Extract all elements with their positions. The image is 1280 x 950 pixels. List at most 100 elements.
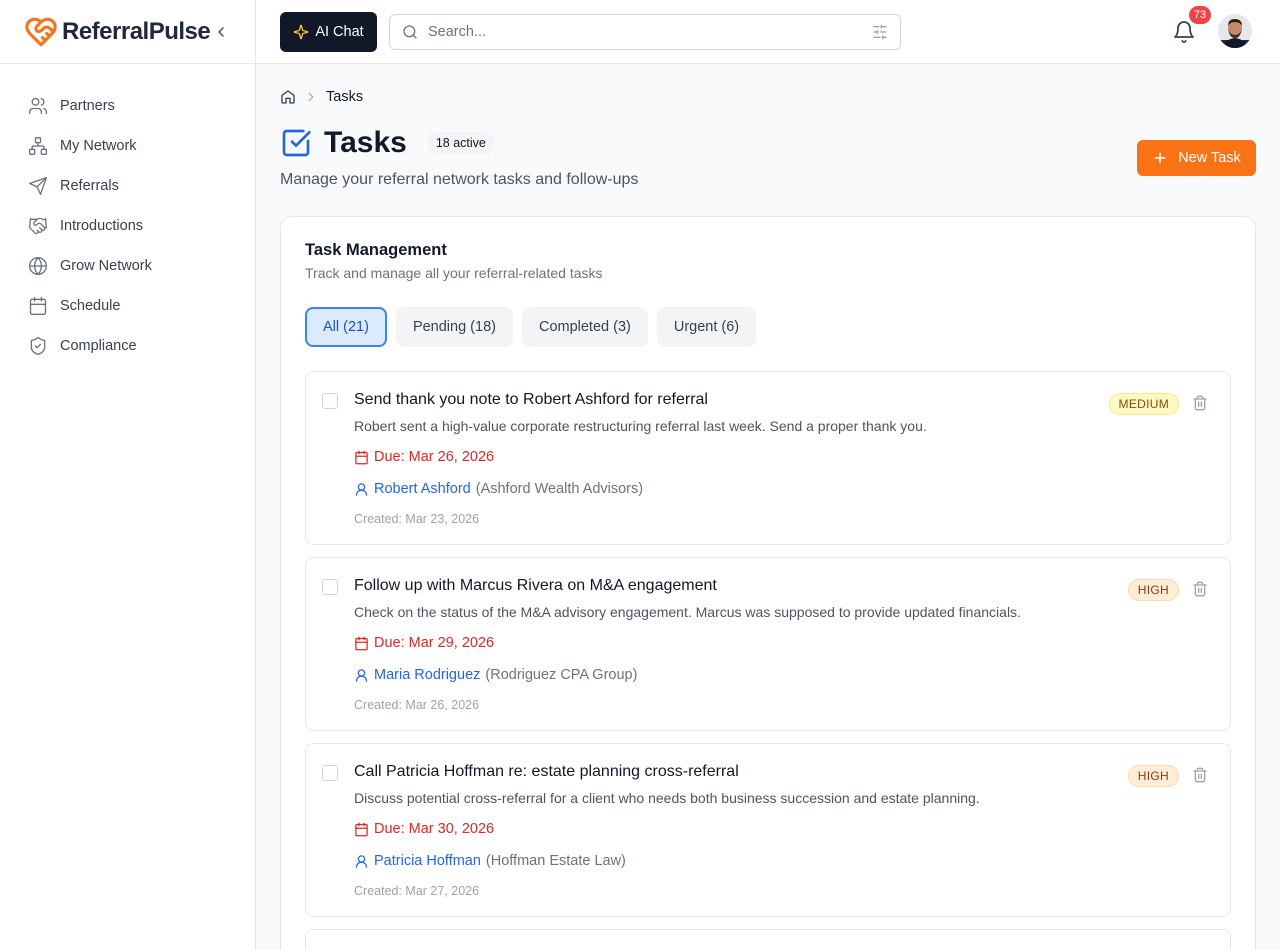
page-subtitle: Manage your referral network tasks and f… xyxy=(280,171,639,188)
trash-icon[interactable] xyxy=(1192,767,1208,783)
sidebar-nav: Partners My Network Referrals Introducti… xyxy=(0,64,255,366)
sidebar: ReferralPulse Partners My Network Referr… xyxy=(0,0,256,950)
sidebar-item-referrals[interactable]: Referrals xyxy=(0,166,255,206)
search-box xyxy=(389,14,901,50)
sidebar-item-schedule[interactable]: Schedule xyxy=(0,286,255,326)
trash-icon[interactable] xyxy=(1192,581,1208,597)
task-description: Robert sent a high-value corporate restr… xyxy=(354,418,927,434)
sidebar-item-label: My Network xyxy=(60,138,137,154)
task-item: Follow up with Marcus Rivera on M&A enga… xyxy=(305,557,1231,731)
tab-urgent[interactable]: Urgent (6) xyxy=(656,307,757,347)
calendar-icon xyxy=(355,450,368,464)
priority-badge: HIGH xyxy=(1127,579,1179,601)
contact-name-link[interactable]: Maria Rodriguez xyxy=(374,667,480,683)
logo[interactable]: ReferralPulse xyxy=(24,15,211,49)
contact-org: (Hoffman Estate Law) xyxy=(485,853,626,869)
sidebar-item-grow-network[interactable]: Grow Network xyxy=(0,246,255,286)
handshake-icon xyxy=(29,217,47,235)
sidebar-item-label: Introductions xyxy=(60,218,144,234)
priority-badge: HIGH xyxy=(1127,765,1179,787)
task-title: Send thank you note to Robert Ashford fo… xyxy=(354,391,708,408)
user-icon xyxy=(355,854,368,868)
chevron-right-icon xyxy=(308,92,314,102)
task-item-partial xyxy=(305,929,1231,950)
heart-handshake-logo-icon xyxy=(25,17,57,46)
top-header: AI Chat 73 xyxy=(256,0,1280,64)
page-title-row: Tasks 18 active xyxy=(280,126,495,160)
due-text: Due: Mar 29, 2026 xyxy=(374,635,495,651)
contact-name-link[interactable]: Robert Ashford xyxy=(374,481,471,497)
logo-row: ReferralPulse xyxy=(0,0,255,64)
notification-bell-icon[interactable] xyxy=(1172,20,1196,44)
chevron-left-icon xyxy=(217,26,224,37)
sidebar-item-label: Partners xyxy=(60,98,115,114)
search-icon xyxy=(403,25,417,39)
plus-icon xyxy=(1154,152,1166,164)
task-checkbox[interactable] xyxy=(322,579,338,595)
contact-org: (Ashford Wealth Advisors) xyxy=(475,481,644,497)
user-photo-icon xyxy=(1218,14,1252,48)
task-description: Discuss potential cross-referral for a c… xyxy=(354,790,980,806)
new-task-button[interactable]: New Task xyxy=(1137,140,1256,176)
task-created-date: Created: Mar 26, 2026 xyxy=(354,698,480,712)
sidebar-item-partners[interactable]: Partners xyxy=(0,86,255,126)
task-due-date: Due: Mar 29, 2026 xyxy=(354,635,494,651)
task-checkbox[interactable] xyxy=(322,393,338,409)
task-contact: Patricia Hoffman (Hoffman Estate Law) xyxy=(354,853,626,869)
sidebar-item-label: Compliance xyxy=(60,338,137,354)
calendar-icon xyxy=(29,297,47,315)
task-created-date: Created: Mar 23, 2026 xyxy=(354,512,480,526)
task-title: Follow up with Marcus Rivera on M&A enga… xyxy=(354,577,717,594)
breadcrumb-current: Tasks xyxy=(326,89,364,105)
contact-name-link[interactable]: Patricia Hoffman xyxy=(374,853,481,869)
task-title: Call Patricia Hoffman re: estate plannin… xyxy=(354,763,739,780)
task-description: Check on the status of the M&A advisory … xyxy=(354,604,1021,620)
brand-name: ReferralPulse xyxy=(62,17,211,45)
task-checkbox[interactable] xyxy=(322,765,338,781)
sidebar-item-compliance[interactable]: Compliance xyxy=(0,326,255,366)
users-icon xyxy=(29,97,47,115)
new-task-label: New Task xyxy=(1178,150,1241,166)
collapse-sidebar-button[interactable] xyxy=(210,20,231,44)
main-content: Tasks Tasks 18 active Manage your referr… xyxy=(256,64,1280,950)
sidebar-item-introductions[interactable]: Introductions xyxy=(0,206,255,246)
calendar-icon xyxy=(355,636,368,650)
task-contact: Robert Ashford (Ashford Wealth Advisors) xyxy=(354,481,643,497)
filter-sliders-icon[interactable] xyxy=(872,24,888,40)
send-icon xyxy=(29,177,47,195)
user-icon xyxy=(355,482,368,496)
search-input[interactable] xyxy=(428,24,862,40)
card-subtitle: Track and manage all your referral-relat… xyxy=(305,265,603,281)
priority-badge: MEDIUM xyxy=(1108,393,1179,415)
home-icon[interactable] xyxy=(280,89,296,105)
task-created-date: Created: Mar 27, 2026 xyxy=(354,884,480,898)
task-contact: Maria Rodriguez (Rodriguez CPA Group) xyxy=(354,667,637,683)
square-check-icon xyxy=(282,129,311,157)
task-management-card: Task Management Track and manage all you… xyxy=(280,216,1256,950)
task-due-date: Due: Mar 26, 2026 xyxy=(354,449,494,465)
tab-all[interactable]: All (21) xyxy=(305,307,387,347)
task-filter-tabs: All (21) Pending (18) Completed (3) Urge… xyxy=(305,307,757,347)
user-icon xyxy=(355,668,368,682)
globe-icon xyxy=(29,257,47,275)
user-avatar[interactable] xyxy=(1218,14,1252,48)
trash-icon[interactable] xyxy=(1192,395,1208,411)
ai-chat-button[interactable]: AI Chat xyxy=(280,12,377,52)
tab-completed[interactable]: Completed (3) xyxy=(521,307,648,347)
notification-count-badge: 73 xyxy=(1189,6,1211,24)
shield-check-icon xyxy=(30,337,46,356)
breadcrumb: Tasks xyxy=(280,89,363,105)
task-item: Send thank you note to Robert Ashford fo… xyxy=(305,371,1231,545)
contact-org: (Rodriguez CPA Group) xyxy=(485,667,638,683)
sidebar-item-label: Schedule xyxy=(60,298,121,314)
tab-pending[interactable]: Pending (18) xyxy=(395,307,513,347)
sidebar-item-my-network[interactable]: My Network xyxy=(0,126,255,166)
due-text: Due: Mar 26, 2026 xyxy=(374,449,495,465)
sparkles-icon xyxy=(293,24,309,40)
calendar-icon xyxy=(355,822,368,836)
network-icon xyxy=(28,137,47,155)
task-due-date: Due: Mar 30, 2026 xyxy=(354,821,494,837)
ai-chat-label: AI Chat xyxy=(315,24,364,40)
active-count-badge: 18 active xyxy=(426,132,495,154)
sidebar-item-label: Grow Network xyxy=(60,258,152,274)
